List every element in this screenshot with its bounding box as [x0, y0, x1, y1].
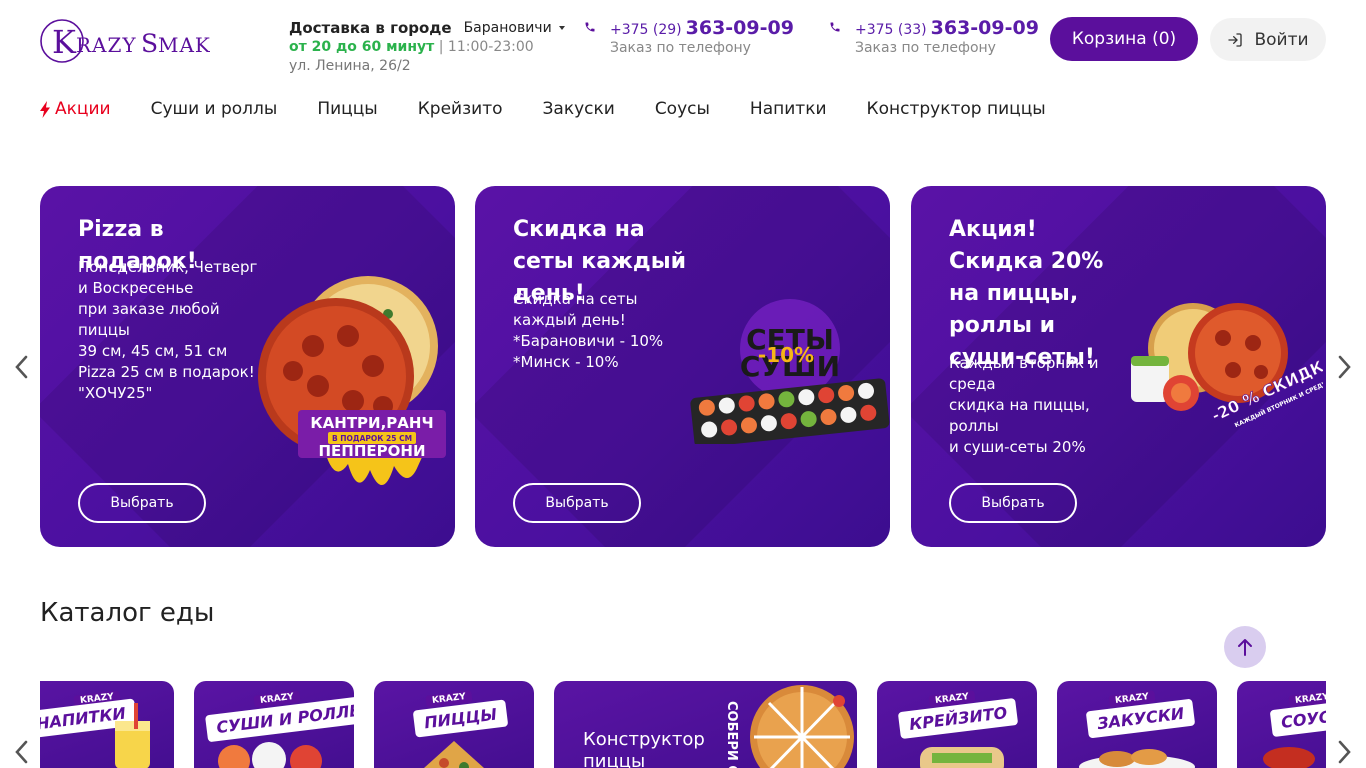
- nav-item-promos[interactable]: Акции: [40, 99, 111, 119]
- pizza-builder-image: СОБЕРИ САМ: [724, 685, 854, 768]
- nav-item-sauces[interactable]: Соусы: [655, 99, 710, 119]
- crazito-image: [920, 747, 1004, 768]
- scroll-to-top-button[interactable]: [1224, 626, 1266, 668]
- phone-main: 363-09-09: [685, 17, 794, 39]
- nav-item-pizza[interactable]: Пиццы: [317, 99, 377, 119]
- phone-caption: Заказ по телефону: [855, 40, 996, 56]
- main-nav: Акции Суши и роллы Пиццы Крейзито Закуск…: [40, 98, 1086, 120]
- city-name: Барановичи: [463, 20, 552, 36]
- phone-main: 363-09-09: [930, 17, 1039, 39]
- card-label: Конструктор пиццы: [583, 729, 705, 768]
- promo-card-pizza-gift[interactable]: Pizza в подарок! Понедельник, Четверг и …: [40, 186, 455, 547]
- phone-block-2[interactable]: +375 (33) 363-09-09 Заказ по телефону: [829, 17, 1039, 56]
- promo-prev-arrow[interactable]: [11, 352, 31, 382]
- catalog-card-pizza[interactable]: KRAZY ПИЦЦЫ: [374, 681, 534, 768]
- nav-item-crazito[interactable]: Крейзито: [418, 99, 503, 119]
- catalog-next-arrow[interactable]: [1335, 737, 1355, 767]
- nav-item-snacks[interactable]: Закуски: [543, 99, 615, 119]
- logo-mark: K RAZY S MAK: [40, 19, 210, 63]
- discount-20-image: -20 % СКИДКА КАЖДЫЙ ВТОРНИК И СРЕДУ: [1123, 298, 1326, 438]
- svg-text:K: K: [52, 23, 77, 61]
- login-button[interactable]: Войти: [1210, 18, 1326, 61]
- svg-text:ПЕППЕРОНИ: ПЕППЕРОНИ: [318, 442, 425, 460]
- svg-text:MAK: MAK: [158, 33, 210, 57]
- nav-item-pizza-builder[interactable]: Конструктор пиццы: [867, 99, 1046, 119]
- pizza-promo-image: КАНТРИ,РАНЧ В ПОДАРОК 25 СМ ПЕППЕРОНИ: [258, 276, 453, 506]
- phone-caption: Заказ по телефону: [610, 40, 751, 56]
- catalog-card-sauces[interactable]: KRAZY СОУСЫ: [1237, 681, 1326, 768]
- promo-next-arrow[interactable]: [1335, 352, 1355, 382]
- promo-description: Понедельник, Четверг и Воскресенье при з…: [78, 258, 258, 402]
- sushi-image: [218, 742, 322, 768]
- nav-item-label: Акции: [55, 99, 111, 119]
- phone-icon: [829, 17, 842, 37]
- promo-title: Акция! Скидка 20% на пиццы, роллы и суши…: [949, 217, 1104, 370]
- sushi-sets-image: СЕТЫ СУШИ -10%: [690, 294, 890, 448]
- promo-select-button[interactable]: Выбрать: [78, 483, 206, 523]
- phone-number[interactable]: +375 (29) 363-09-09: [610, 17, 794, 39]
- chevron-right-icon: [1338, 355, 1351, 379]
- catalog-card-snacks[interactable]: KRAZY ЗАКУСКИ: [1057, 681, 1217, 768]
- delivery-time: от 20 до 60 минут: [289, 39, 435, 55]
- card-label: ЗАКУСКИ: [1085, 698, 1196, 739]
- nav-item-drinks[interactable]: Напитки: [750, 99, 827, 119]
- delivery-title: Доставка в городе: [289, 19, 452, 37]
- login-label: Войти: [1254, 29, 1309, 50]
- cart-button[interactable]: Корзина (0): [1050, 17, 1198, 61]
- phone-icon: [584, 17, 597, 37]
- drink-image: [115, 703, 150, 768]
- promo-select-button[interactable]: Выбрать: [513, 483, 641, 523]
- phone-block-1[interactable]: +375 (29) 363-09-09 Заказ по телефону: [584, 17, 794, 56]
- promo-select-button[interactable]: Выбрать: [949, 483, 1077, 523]
- catalog-prev-arrow[interactable]: [11, 737, 31, 767]
- address: ул. Ленина, 26/2: [289, 58, 411, 74]
- chevron-right-icon: [1338, 740, 1351, 764]
- working-hours: 11:00-23:00: [447, 39, 534, 55]
- card-label: КРЕЙЗИТО: [897, 697, 1019, 740]
- catalog-card-drinks[interactable]: KRAZY НАПИТКИ: [40, 681, 174, 768]
- svg-text:RAZY: RAZY: [76, 33, 137, 57]
- promo-description: Каждый вторник и среда скидка на пиццы, …: [949, 354, 1099, 456]
- promo-card-discount-20[interactable]: Акция! Скидка 20% на пиццы, роллы и суши…: [911, 186, 1326, 547]
- promo-card-sushi-sets[interactable]: Скидка на сеты каждый день! Скидка на се…: [475, 186, 890, 547]
- catalog-card-pizza-builder[interactable]: Конструктор пиццы СОБЕРИ САМ: [554, 681, 857, 768]
- phone-code: +375 (29): [610, 22, 682, 38]
- site-logo[interactable]: K RAZY S MAK: [40, 17, 210, 65]
- nav-item-sushi[interactable]: Суши и роллы: [151, 99, 278, 119]
- hours-separator: |: [438, 39, 444, 55]
- login-icon: [1227, 32, 1243, 48]
- phone-code: +375 (33): [855, 22, 927, 38]
- chevron-left-icon: [15, 355, 28, 379]
- delivery-info: Доставка в городе Барановичи от 20 до 60…: [289, 18, 565, 74]
- pizza-image: [424, 741, 484, 768]
- lightning-icon: [40, 100, 51, 118]
- svg-text:КАНТРИ,РАНЧ: КАНТРИ,РАНЧ: [310, 414, 433, 432]
- city-select[interactable]: Барановичи: [464, 20, 565, 36]
- svg-text:СОБЕРИ САМ: СОБЕРИ САМ: [724, 701, 739, 768]
- chevron-down-icon: [558, 26, 565, 30]
- catalog-carousel: KRAZY НАПИТКИ KRAZY СУШИ И РОЛЛЫ KRAZY П…: [40, 681, 1326, 768]
- catalog-card-crazito[interactable]: KRAZY КРЕЙЗИТО: [877, 681, 1037, 768]
- svg-text:S: S: [141, 29, 158, 58]
- catalog-title: Каталог еды: [40, 598, 215, 628]
- arrow-up-icon: [1238, 639, 1252, 656]
- catalog-card-sushi[interactable]: KRAZY СУШИ И РОЛЛЫ: [194, 681, 354, 768]
- svg-text:-10%: -10%: [758, 343, 814, 367]
- sauces-image: [1263, 747, 1315, 768]
- phone-number[interactable]: +375 (33) 363-09-09: [855, 17, 1039, 39]
- promo-description: Скидка на сеты каждый день! *Барановичи …: [513, 290, 664, 371]
- chevron-left-icon: [15, 740, 28, 764]
- snacks-image: [1079, 749, 1195, 768]
